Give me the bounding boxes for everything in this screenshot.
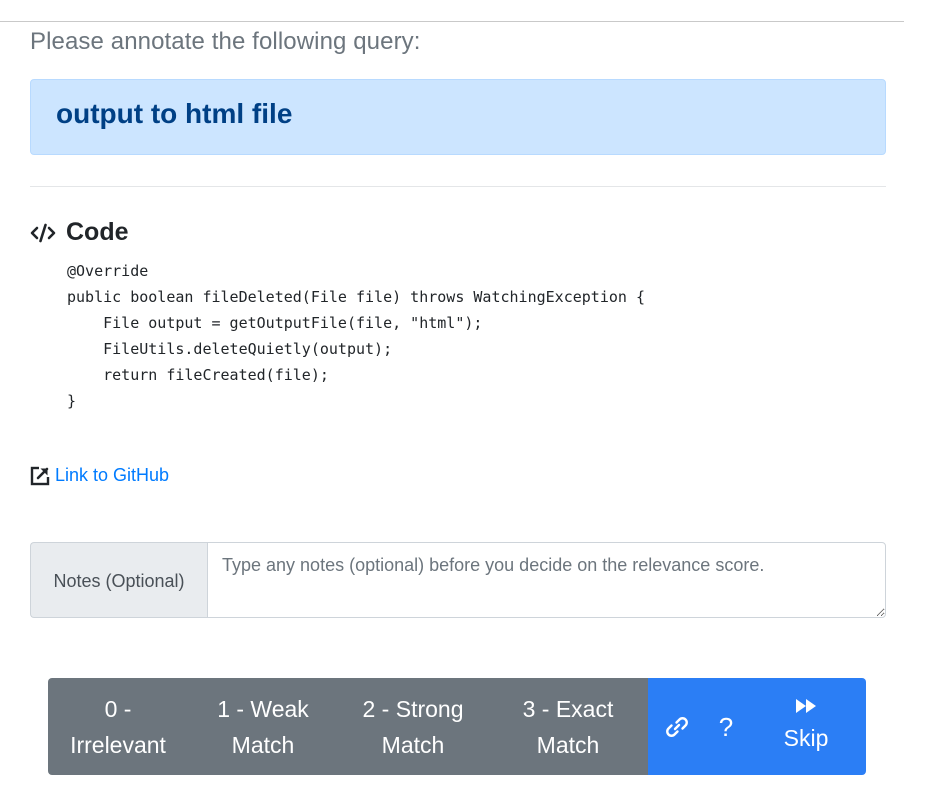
score-2-strong-match-button[interactable]: 2 - Strong Match	[338, 678, 488, 775]
skip-label: Skip	[783, 724, 829, 751]
skip-button[interactable]: Skip	[746, 678, 866, 775]
code-title: Code	[66, 218, 129, 246]
score-0-label-line2: Irrelevant	[70, 731, 166, 758]
code-line: return fileCreated(file);	[67, 366, 329, 384]
score-0-label-line1: 0 -	[104, 695, 132, 722]
score-0-irrelevant-button[interactable]: 0 - Irrelevant	[48, 678, 188, 775]
copy-link-button[interactable]	[648, 678, 706, 775]
top-divider	[0, 21, 904, 22]
score-1-label-line1: 1 - Weak	[217, 695, 309, 722]
code-line: public boolean fileDeleted(File file) th…	[67, 288, 645, 306]
code-icon	[30, 223, 56, 242]
score-2-label-line2: Match	[381, 731, 445, 758]
github-link-label: Link to GitHub	[55, 465, 170, 485]
score-1-label-line2: Match	[231, 731, 295, 758]
score-1-weak-match-button[interactable]: 1 - Weak Match	[188, 678, 338, 775]
github-link[interactable]: Link to GitHub	[30, 465, 169, 486]
code-header: Code	[30, 218, 129, 247]
annotation-prompt: Please annotate the following query:	[30, 28, 421, 55]
external-link-icon	[30, 465, 50, 485]
code-snippet: @Override public boolean fileDeleted(File…	[67, 258, 645, 414]
score-3-label-line2: Match	[536, 731, 600, 758]
code-line: @Override	[67, 262, 149, 280]
relevance-button-bar: 0 - Irrelevant 1 - Weak Match 2 - Strong…	[48, 678, 866, 775]
score-2-label-line1: 2 - Strong	[362, 695, 464, 722]
score-3-label-line1: 3 - Exact	[522, 695, 614, 722]
code-line: File output = getOutputFile(file, "html"…	[67, 314, 483, 332]
notes-textarea[interactable]	[207, 542, 886, 618]
fast-forward-icon	[796, 698, 816, 713]
query-text: output to html file	[56, 98, 293, 129]
code-line: FileUtils.deleteQuietly(output);	[67, 340, 393, 358]
score-3-exact-match-button[interactable]: 3 - Exact Match	[488, 678, 648, 775]
help-button[interactable]: ?	[706, 678, 746, 775]
query-box: output to html file	[30, 79, 886, 155]
link-icon	[666, 716, 688, 737]
notes-label: Notes (Optional)	[30, 542, 207, 618]
section-divider	[30, 186, 886, 187]
code-line: }	[67, 392, 77, 410]
notes-group: Notes (Optional)	[30, 542, 886, 618]
